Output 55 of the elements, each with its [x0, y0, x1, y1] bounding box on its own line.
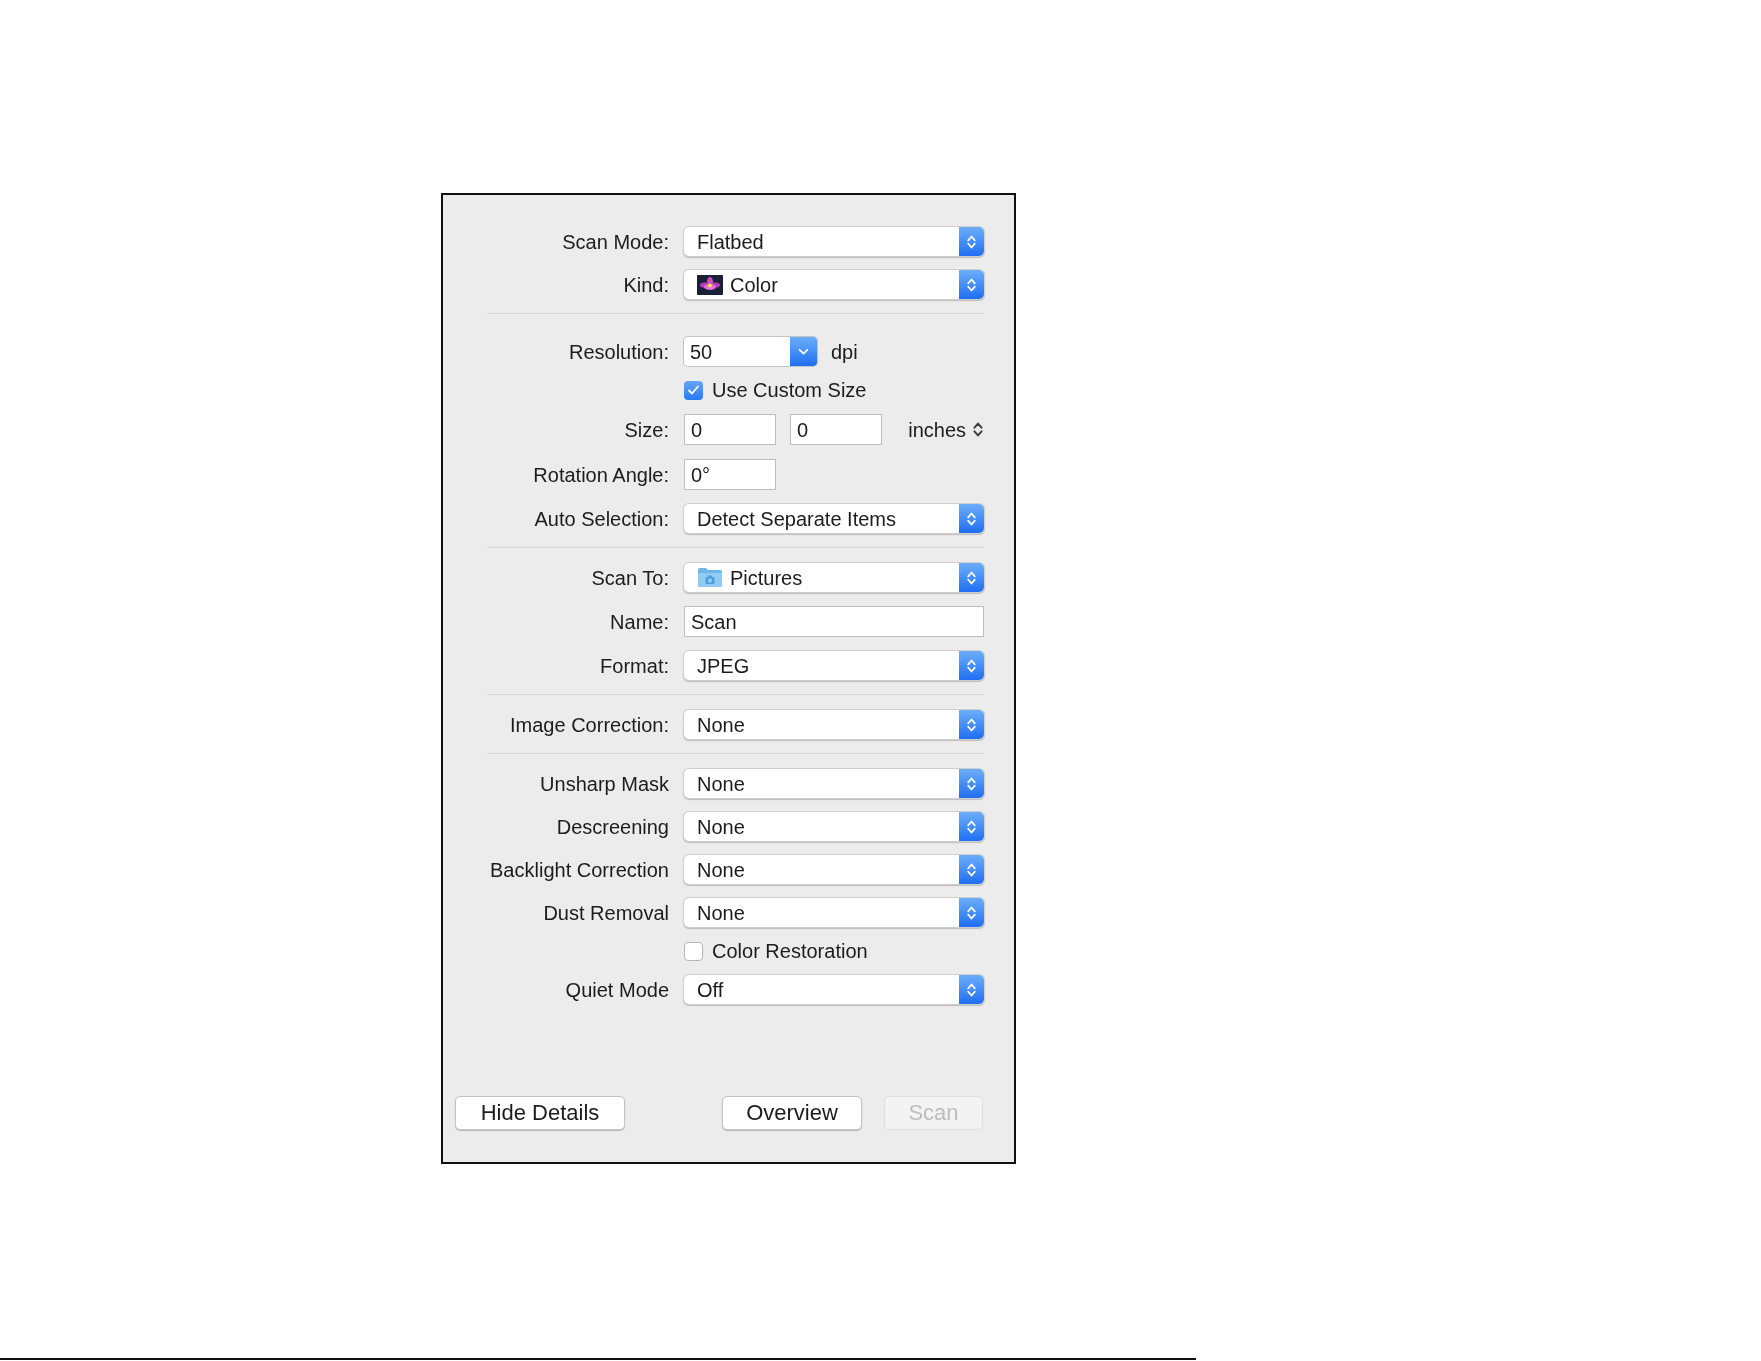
- unit-label: dpi: [831, 341, 858, 362]
- popup-button[interactable]: Off: [684, 975, 984, 1004]
- text-field[interactable]: Scan: [684, 606, 984, 637]
- up-down-chevron-icon: [959, 769, 984, 798]
- popup-button[interactable]: Detect Separate Items: [684, 504, 984, 533]
- checkmark-icon: [687, 384, 700, 396]
- field-label: Size:: [624, 419, 669, 440]
- checkbox-label[interactable]: Use Custom Size: [712, 380, 867, 400]
- field-label: Scan Mode:: [562, 231, 669, 252]
- popup-button[interactable]: None: [684, 855, 984, 884]
- popup-button[interactable]: None: [684, 812, 984, 841]
- up-down-chevron-icon: [959, 710, 984, 739]
- checkbox[interactable]: [684, 380, 703, 400]
- field-label: Dust Removal: [543, 902, 669, 923]
- field-label: Quiet Mode: [565, 979, 669, 1000]
- folder-icon: [697, 567, 723, 588]
- push-button[interactable]: Overview: [722, 1096, 862, 1130]
- popup-button[interactable]: Color: [684, 270, 984, 299]
- field-label: Kind:: [623, 274, 669, 295]
- up-down-chevron-icon: [972, 420, 984, 439]
- up-down-chevron-icon: [959, 855, 984, 884]
- field-label: Format:: [600, 655, 669, 676]
- up-down-chevron-icon: [959, 270, 984, 299]
- checkbox-label[interactable]: Color Restoration: [712, 941, 868, 961]
- chevron-down-icon[interactable]: [790, 337, 817, 366]
- popup-button[interactable]: Flatbed: [684, 227, 984, 256]
- field-label: Descreening: [556, 816, 669, 837]
- combo-box[interactable]: 50: [684, 337, 817, 366]
- field-label: Auto Selection:: [534, 508, 669, 529]
- up-down-chevron-icon: [959, 975, 984, 1004]
- popup-button[interactable]: None: [684, 898, 984, 927]
- text-field[interactable]: 0: [684, 414, 776, 445]
- push-button[interactable]: Hide Details: [455, 1096, 625, 1130]
- units-popup[interactable]: inches: [902, 419, 984, 440]
- flower-thumbnail-icon: [697, 274, 723, 295]
- popup-button[interactable]: None: [684, 769, 984, 798]
- text-field[interactable]: 0: [790, 414, 882, 445]
- up-down-chevron-icon: [959, 563, 984, 592]
- field-label: Backlight Correction: [490, 859, 669, 880]
- text-field[interactable]: 0°: [684, 459, 776, 490]
- up-down-chevron-icon: [959, 227, 984, 256]
- field-label: Name:: [610, 611, 669, 632]
- field-label: Resolution:: [568, 341, 669, 362]
- up-down-chevron-icon: [959, 504, 984, 533]
- popup-button[interactable]: Pictures: [684, 563, 984, 592]
- checkbox[interactable]: [684, 941, 703, 961]
- field-label: Unsharp Mask: [540, 773, 669, 794]
- field-label: Rotation Angle:: [533, 464, 669, 485]
- up-down-chevron-icon: [959, 898, 984, 927]
- popup-button[interactable]: None: [684, 710, 984, 739]
- field-label: Scan To:: [591, 567, 669, 588]
- up-down-chevron-icon: [959, 812, 984, 841]
- popup-button[interactable]: JPEG: [684, 651, 984, 680]
- field-label: Image Correction:: [510, 714, 669, 735]
- up-down-chevron-icon: [959, 651, 984, 680]
